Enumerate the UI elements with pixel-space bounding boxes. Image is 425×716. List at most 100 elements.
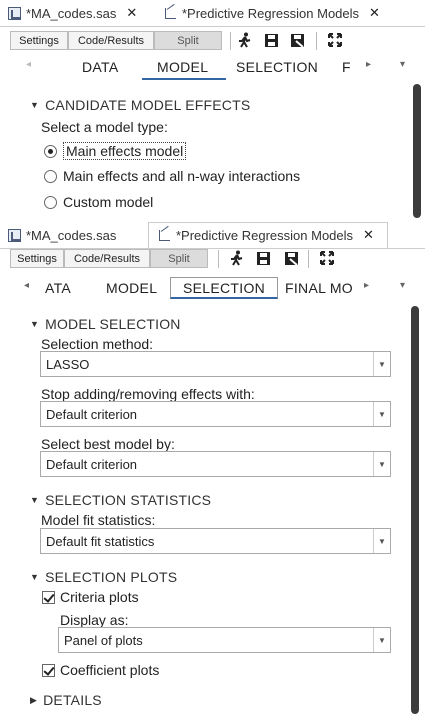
chevron-right-icon[interactable]: ▸ bbox=[366, 59, 371, 70]
section-selection-plots[interactable]: ▼ SELECTION PLOTS bbox=[30, 569, 177, 585]
section-title: CANDIDATE MODEL EFFECTS bbox=[45, 97, 251, 113]
tab-final-model[interactable]: FINAL MO bbox=[285, 277, 353, 299]
tab-label: *Predictive Regression Models bbox=[176, 227, 354, 243]
bottom-panel: *MA_codes.sas *Predictive Regression Mod… bbox=[0, 222, 425, 716]
tab-model[interactable]: MODEL bbox=[106, 277, 157, 299]
settings-button[interactable]: Settings bbox=[10, 249, 64, 268]
checkbox[interactable] bbox=[42, 663, 55, 677]
stop-criterion-dropdown[interactable]: Default criterion ▼ bbox=[40, 401, 391, 427]
chevron-left-icon[interactable]: ◂ bbox=[26, 59, 31, 70]
display-as-label: Display as: bbox=[60, 612, 129, 628]
section-selection-statistics[interactable]: ▼ SELECTION STATISTICS bbox=[30, 492, 211, 508]
best-model-label: Select best model by: bbox=[41, 436, 175, 452]
section-details[interactable]: ▶ DETAILS bbox=[30, 692, 102, 708]
dropdown-value: LASSO bbox=[46, 356, 90, 372]
chevron-down-icon[interactable]: ▼ bbox=[373, 402, 390, 426]
chevron-down-icon: ▼ bbox=[30, 495, 40, 505]
run-icon[interactable] bbox=[228, 249, 246, 267]
coefficient-plots-checkbox[interactable]: Coefficient plots bbox=[42, 662, 159, 678]
radio-label: Main effects model bbox=[63, 142, 187, 160]
maximize-icon[interactable] bbox=[318, 249, 336, 267]
chevron-down-icon[interactable]: ▼ bbox=[373, 628, 390, 652]
divider bbox=[218, 250, 219, 268]
selection-method-dropdown[interactable]: LASSO ▼ bbox=[40, 351, 391, 377]
tab-ma-codes[interactable]: *MA_codes.sas bbox=[8, 224, 116, 246]
section-model-selection[interactable]: ▼ MODEL SELECTION bbox=[30, 316, 181, 332]
selection-method-label: Selection method: bbox=[41, 336, 154, 352]
tab-predictive-regression[interactable]: *Predictive Regression Models ✕ bbox=[158, 224, 374, 246]
fit-statistics-dropdown[interactable]: Default fit statistics ▼ bbox=[40, 528, 391, 554]
chevron-down-icon: ▼ bbox=[30, 100, 40, 110]
task-icon bbox=[158, 229, 171, 242]
chevron-down-icon: ▼ bbox=[30, 572, 40, 582]
tab-selection[interactable]: SELECTION bbox=[236, 56, 318, 78]
divider bbox=[308, 250, 309, 268]
radio-custom-model[interactable]: Custom model bbox=[44, 194, 153, 210]
tab-predictive-regression[interactable]: *Predictive Regression Models ✕ bbox=[164, 2, 380, 24]
toolbar: Settings Code/Results Split bbox=[0, 28, 425, 52]
split-button[interactable]: Split bbox=[150, 249, 208, 268]
save-as-icon[interactable] bbox=[282, 249, 300, 267]
radio-label: Main effects and all n-way interactions bbox=[63, 168, 301, 184]
run-icon[interactable] bbox=[236, 31, 254, 49]
dropdown-value: Default fit statistics bbox=[46, 533, 155, 549]
code-results-button[interactable]: Code/Results bbox=[68, 31, 154, 50]
chevron-right-icon[interactable]: ▸ bbox=[364, 280, 369, 291]
code-results-button[interactable]: Code/Results bbox=[64, 249, 150, 268]
tab-model[interactable]: MODEL bbox=[157, 56, 208, 78]
scrollbar[interactable] bbox=[413, 84, 421, 218]
tab-selection[interactable]: SELECTION bbox=[170, 277, 279, 299]
section-title: MODEL SELECTION bbox=[45, 316, 181, 332]
radio-main-effects[interactable]: Main effects model bbox=[44, 142, 187, 160]
chevron-down-icon[interactable]: ▼ bbox=[373, 529, 390, 553]
save-icon[interactable] bbox=[254, 249, 272, 267]
chevron-down-icon[interactable]: ▼ bbox=[373, 352, 390, 376]
chevron-down-icon[interactable]: ▾ bbox=[400, 59, 405, 70]
display-as-dropdown[interactable]: Panel of plots ▼ bbox=[58, 627, 391, 653]
radio-button[interactable] bbox=[44, 169, 57, 183]
save-icon[interactable] bbox=[262, 31, 280, 49]
model-type-label: Select a model type: bbox=[41, 119, 168, 135]
radio-n-way-interactions[interactable]: Main effects and all n-way interactions bbox=[44, 168, 300, 184]
toolbar: Settings Code/Results Split bbox=[0, 246, 425, 270]
close-icon[interactable]: ✕ bbox=[126, 5, 137, 21]
settings-button[interactable]: Settings bbox=[10, 31, 68, 50]
section-candidate-model-effects[interactable]: ▼ CANDIDATE MODEL EFFECTS bbox=[30, 97, 250, 113]
fit-statistics-label: Model fit statistics: bbox=[41, 512, 156, 528]
tab-ma-codes[interactable]: *MA_codes.sas ✕ bbox=[8, 2, 137, 24]
chevron-down-icon[interactable]: ▼ bbox=[373, 452, 390, 476]
close-icon[interactable]: ✕ bbox=[363, 227, 374, 243]
radio-button[interactable] bbox=[44, 195, 57, 209]
sas-program-icon bbox=[8, 6, 21, 20]
tab-label: *MA_codes.sas bbox=[26, 227, 117, 243]
split-button[interactable]: Split bbox=[154, 31, 222, 50]
radio-label: Custom model bbox=[63, 194, 154, 210]
chevron-down-icon: ▼ bbox=[30, 319, 40, 329]
chevron-left-icon[interactable]: ◂ bbox=[24, 280, 29, 291]
save-as-icon[interactable] bbox=[288, 31, 306, 49]
close-icon[interactable]: ✕ bbox=[369, 5, 380, 21]
tab-final-model[interactable]: F bbox=[342, 56, 351, 78]
radio-button[interactable] bbox=[44, 144, 57, 158]
divider bbox=[230, 32, 231, 50]
checkbox[interactable] bbox=[42, 590, 55, 604]
section-title: SELECTION PLOTS bbox=[45, 569, 178, 585]
tab-data[interactable]: ATA bbox=[45, 277, 71, 299]
top-panel: *MA_codes.sas ✕ *Predictive Regression M… bbox=[0, 0, 425, 222]
best-model-dropdown[interactable]: Default criterion ▼ bbox=[40, 451, 391, 477]
active-tab-indicator bbox=[142, 78, 226, 80]
scrollbar[interactable] bbox=[411, 306, 419, 714]
chevron-down-icon[interactable]: ▾ bbox=[400, 280, 405, 291]
dropdown-value: Default criterion bbox=[46, 456, 138, 472]
dropdown-value: Default criterion bbox=[46, 406, 138, 422]
divider bbox=[316, 32, 317, 50]
tab-data[interactable]: DATA bbox=[82, 56, 118, 78]
criteria-plots-checkbox[interactable]: Criteria plots bbox=[42, 589, 139, 605]
maximize-icon[interactable] bbox=[326, 31, 344, 49]
tab-label: *MA_codes.sas bbox=[26, 5, 117, 21]
chevron-right-icon: ▶ bbox=[30, 694, 38, 705]
checkbox-label: Coefficient plots bbox=[60, 662, 160, 678]
divider bbox=[0, 26, 425, 27]
document-tab-bar: *MA_codes.sas ✕ *Predictive Regression M… bbox=[0, 0, 425, 26]
checkbox-label: Criteria plots bbox=[60, 589, 139, 605]
